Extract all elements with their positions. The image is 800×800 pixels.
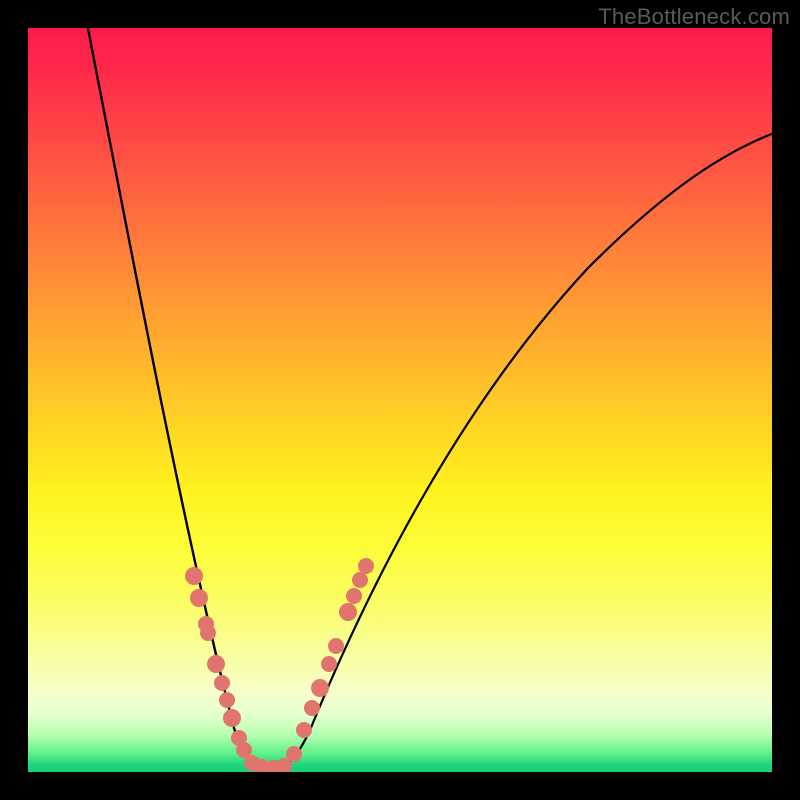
data-dot <box>286 746 302 762</box>
data-dot <box>185 567 203 585</box>
data-dot <box>190 589 208 607</box>
curve-group <box>86 28 772 768</box>
dots-right-branch <box>286 558 374 762</box>
data-dot <box>352 572 368 588</box>
data-dot <box>321 656 337 672</box>
outer-frame: TheBottleneck.com <box>0 0 800 800</box>
data-dot <box>296 722 312 738</box>
left-curve <box>86 28 274 768</box>
data-dot <box>223 709 241 727</box>
data-dot <box>200 625 216 641</box>
data-dot <box>214 675 230 691</box>
chart-svg <box>28 28 772 772</box>
dots-left-branch <box>185 567 252 758</box>
watermark-text: TheBottleneck.com <box>598 4 790 30</box>
data-dot <box>304 700 320 716</box>
dots-bottom <box>244 755 292 772</box>
data-dot <box>346 588 362 604</box>
data-dot <box>358 558 374 574</box>
data-dot <box>311 679 329 697</box>
data-dot <box>328 638 344 654</box>
data-dot <box>339 603 357 621</box>
data-dot <box>219 692 235 708</box>
right-curve <box>274 128 772 768</box>
plot-area <box>28 28 772 772</box>
data-dot <box>207 655 225 673</box>
